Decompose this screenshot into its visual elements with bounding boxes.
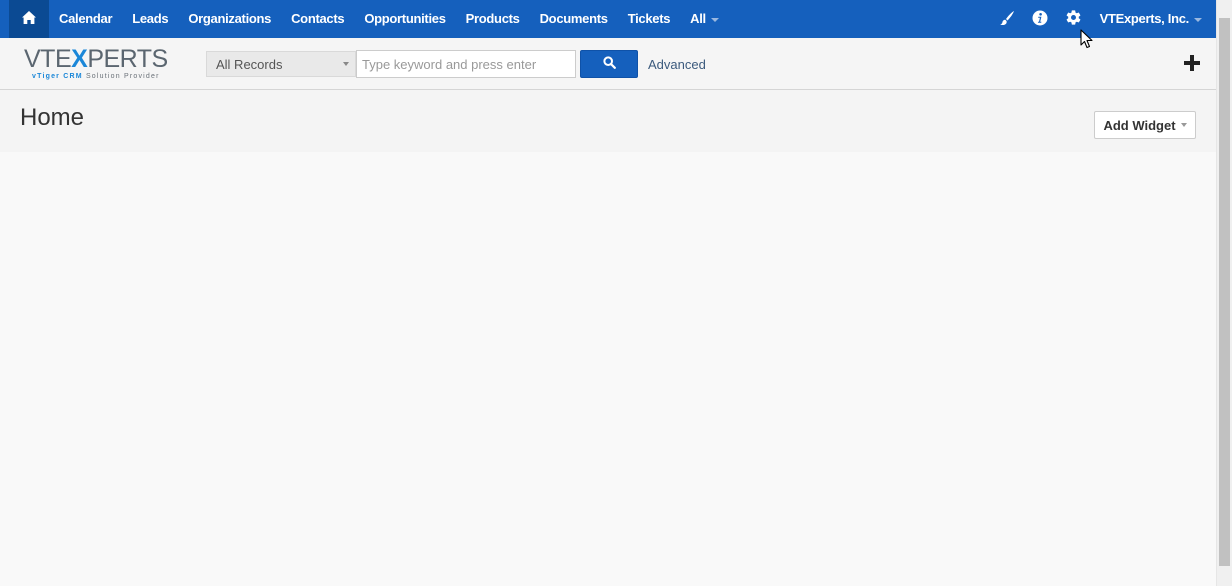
top-navbar: Calendar Leads Organizations Contacts Op… [0,0,1216,38]
nav-item-calendar[interactable]: Calendar [49,0,122,38]
paintbrush-icon [999,10,1015,29]
logo-tagline: vTiger CRM Solution Provider [32,73,160,80]
home-icon [21,10,37,28]
plus-icon [1182,55,1202,76]
search-button[interactable] [580,50,638,78]
add-widget-label: Add Widget [1103,117,1176,133]
page-title: Home [20,104,85,131]
info-button[interactable] [1024,0,1057,38]
nav-item-all-label: All [690,11,706,26]
chevron-down-icon [1180,123,1187,127]
nav-item-all[interactable]: All [680,0,729,38]
nav-item-tickets[interactable]: Tickets [618,0,680,38]
theme-button[interactable] [991,0,1024,38]
record-type-value: All Records [216,56,283,72]
vertical-scrollbar[interactable] [1216,0,1232,586]
home-button[interactable] [9,0,49,38]
user-menu[interactable]: VTExperts, Inc. [1090,0,1216,38]
nav-right-tools: VTExperts, Inc. [991,0,1216,38]
nav-item-opportunities[interactable]: Opportunities [354,0,455,38]
add-widget-button[interactable]: Add Widget [1094,111,1196,139]
main-menu: Calendar Leads Organizations Contacts Op… [49,0,729,38]
page-header: Home Add Widget [0,90,1216,152]
nav-item-documents[interactable]: Documents [530,0,618,38]
quick-create-button[interactable] [1182,53,1202,73]
gear-icon [1065,9,1082,29]
logo-wordmark: VTEXPERTS [24,45,168,73]
mouse-pointer-icon [1080,29,1094,49]
chevron-down-icon [1194,17,1202,22]
user-menu-label: VTExperts, Inc. [1099,11,1190,26]
advanced-search-link[interactable]: Advanced [648,57,706,72]
scrollbar-thumb[interactable] [1219,18,1230,566]
chevron-down-icon [710,17,719,22]
search-icon [602,56,616,72]
global-search-input[interactable] [356,50,576,78]
search-toolbar: VTEXPERTS vTiger CRM Solution Provider A… [0,38,1216,90]
info-icon [1032,10,1048,29]
nav-item-organizations[interactable]: Organizations [178,0,281,38]
record-type-select[interactable]: All Records [206,51,356,77]
nav-item-products[interactable]: Products [456,0,530,38]
company-logo[interactable]: VTEXPERTS vTiger CRM Solution Provider [24,46,176,82]
dashboard-area [0,152,1216,586]
chevron-down-icon [343,62,349,66]
nav-item-contacts[interactable]: Contacts [281,0,354,38]
nav-item-leads[interactable]: Leads [122,0,178,38]
